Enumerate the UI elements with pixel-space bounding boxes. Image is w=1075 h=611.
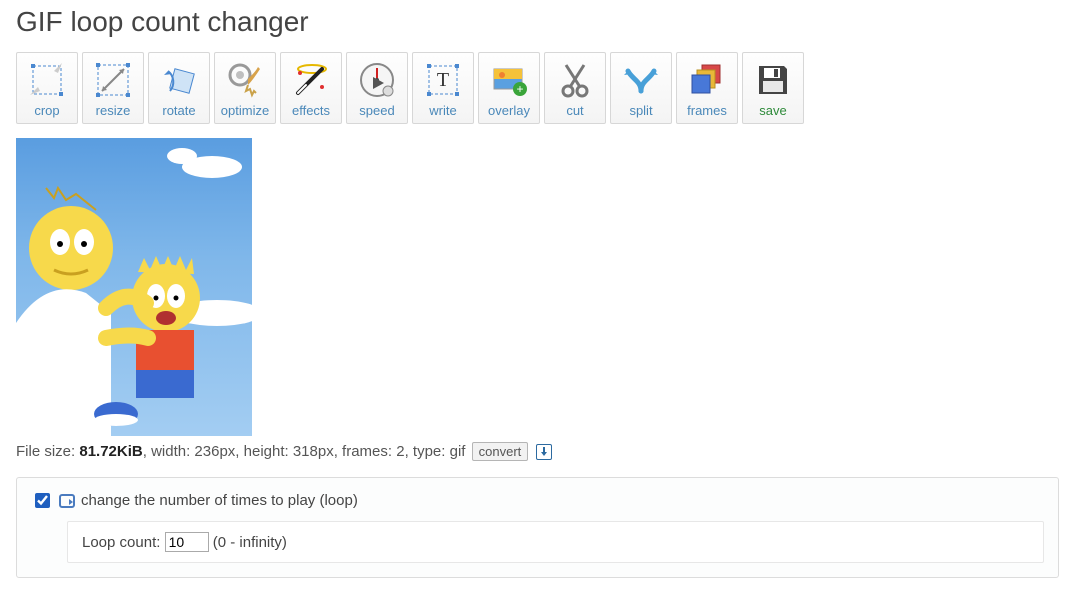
tool-label: split bbox=[611, 103, 671, 118]
tool-label: frames bbox=[677, 103, 737, 118]
tool-rotate[interactable]: rotate bbox=[148, 52, 210, 124]
loop-panel: change the number of times to play (loop… bbox=[16, 477, 1059, 578]
tool-resize[interactable]: resize bbox=[82, 52, 144, 124]
overlay-icon: + bbox=[479, 59, 539, 101]
type-value: gif bbox=[450, 443, 466, 460]
tool-label: save bbox=[743, 103, 803, 118]
filesize-label: File size: bbox=[16, 443, 79, 460]
loop-count-input[interactable] bbox=[165, 532, 209, 552]
preview-image bbox=[16, 138, 252, 436]
loop-icon bbox=[59, 494, 75, 508]
save-icon bbox=[743, 59, 803, 101]
tool-effects[interactable]: effects bbox=[280, 52, 342, 124]
tool-write[interactable]: T write bbox=[412, 52, 474, 124]
tool-label: crop bbox=[17, 103, 77, 118]
tool-label: optimize bbox=[215, 103, 275, 118]
loop-count-hint: (0 - infinity) bbox=[209, 534, 287, 551]
loop-panel-body: Loop count: (0 - infinity) bbox=[67, 521, 1044, 563]
crop-icon bbox=[17, 59, 77, 101]
loop-count-label: Loop count: bbox=[82, 534, 165, 551]
loop-panel-title: change the number of times to play (loop… bbox=[81, 492, 358, 509]
tool-optimize[interactable]: optimize bbox=[214, 52, 276, 124]
tool-label: speed bbox=[347, 103, 407, 118]
rotate-icon bbox=[149, 59, 209, 101]
tool-label: resize bbox=[83, 103, 143, 118]
convert-button[interactable]: convert bbox=[472, 442, 529, 461]
frames-value: 2 bbox=[396, 443, 404, 460]
height-value: 318px bbox=[293, 443, 334, 460]
filesize-value: 81.72KiB bbox=[79, 443, 142, 460]
cut-icon bbox=[545, 59, 605, 101]
loop-panel-header: change the number of times to play (loop… bbox=[31, 490, 1044, 511]
resize-icon bbox=[83, 59, 143, 101]
height-label: , height: bbox=[235, 443, 293, 460]
width-value: 236px bbox=[194, 443, 235, 460]
effects-icon bbox=[281, 59, 341, 101]
tool-label: cut bbox=[545, 103, 605, 118]
tool-label: overlay bbox=[479, 103, 539, 118]
frames-icon bbox=[677, 59, 737, 101]
write-icon: T bbox=[413, 59, 473, 101]
tool-frames[interactable]: frames bbox=[676, 52, 738, 124]
tool-crop[interactable]: crop bbox=[16, 52, 78, 124]
svg-text:+: + bbox=[516, 82, 523, 96]
tool-label: rotate bbox=[149, 103, 209, 118]
frames-label: , frames: bbox=[334, 443, 397, 460]
tool-cut[interactable]: cut bbox=[544, 52, 606, 124]
tool-speed[interactable]: speed bbox=[346, 52, 408, 124]
download-icon[interactable] bbox=[536, 444, 552, 460]
loop-enable-checkbox[interactable] bbox=[35, 493, 50, 508]
file-info: File size: 81.72KiB, width: 236px, heigh… bbox=[16, 442, 1059, 461]
tool-label: write bbox=[413, 103, 473, 118]
type-label: , type: bbox=[405, 443, 450, 460]
svg-text:T: T bbox=[437, 69, 449, 91]
tool-save[interactable]: save bbox=[742, 52, 804, 124]
width-label: , width: bbox=[143, 443, 195, 460]
optimize-icon bbox=[215, 59, 275, 101]
split-icon bbox=[611, 59, 671, 101]
tool-overlay[interactable]: + overlay bbox=[478, 52, 540, 124]
tool-split[interactable]: split bbox=[610, 52, 672, 124]
toolbar: crop resize rotate bbox=[16, 52, 1059, 124]
tool-label: effects bbox=[281, 103, 341, 118]
speed-icon bbox=[347, 59, 407, 101]
page-title: GIF loop count changer bbox=[16, 6, 1059, 38]
